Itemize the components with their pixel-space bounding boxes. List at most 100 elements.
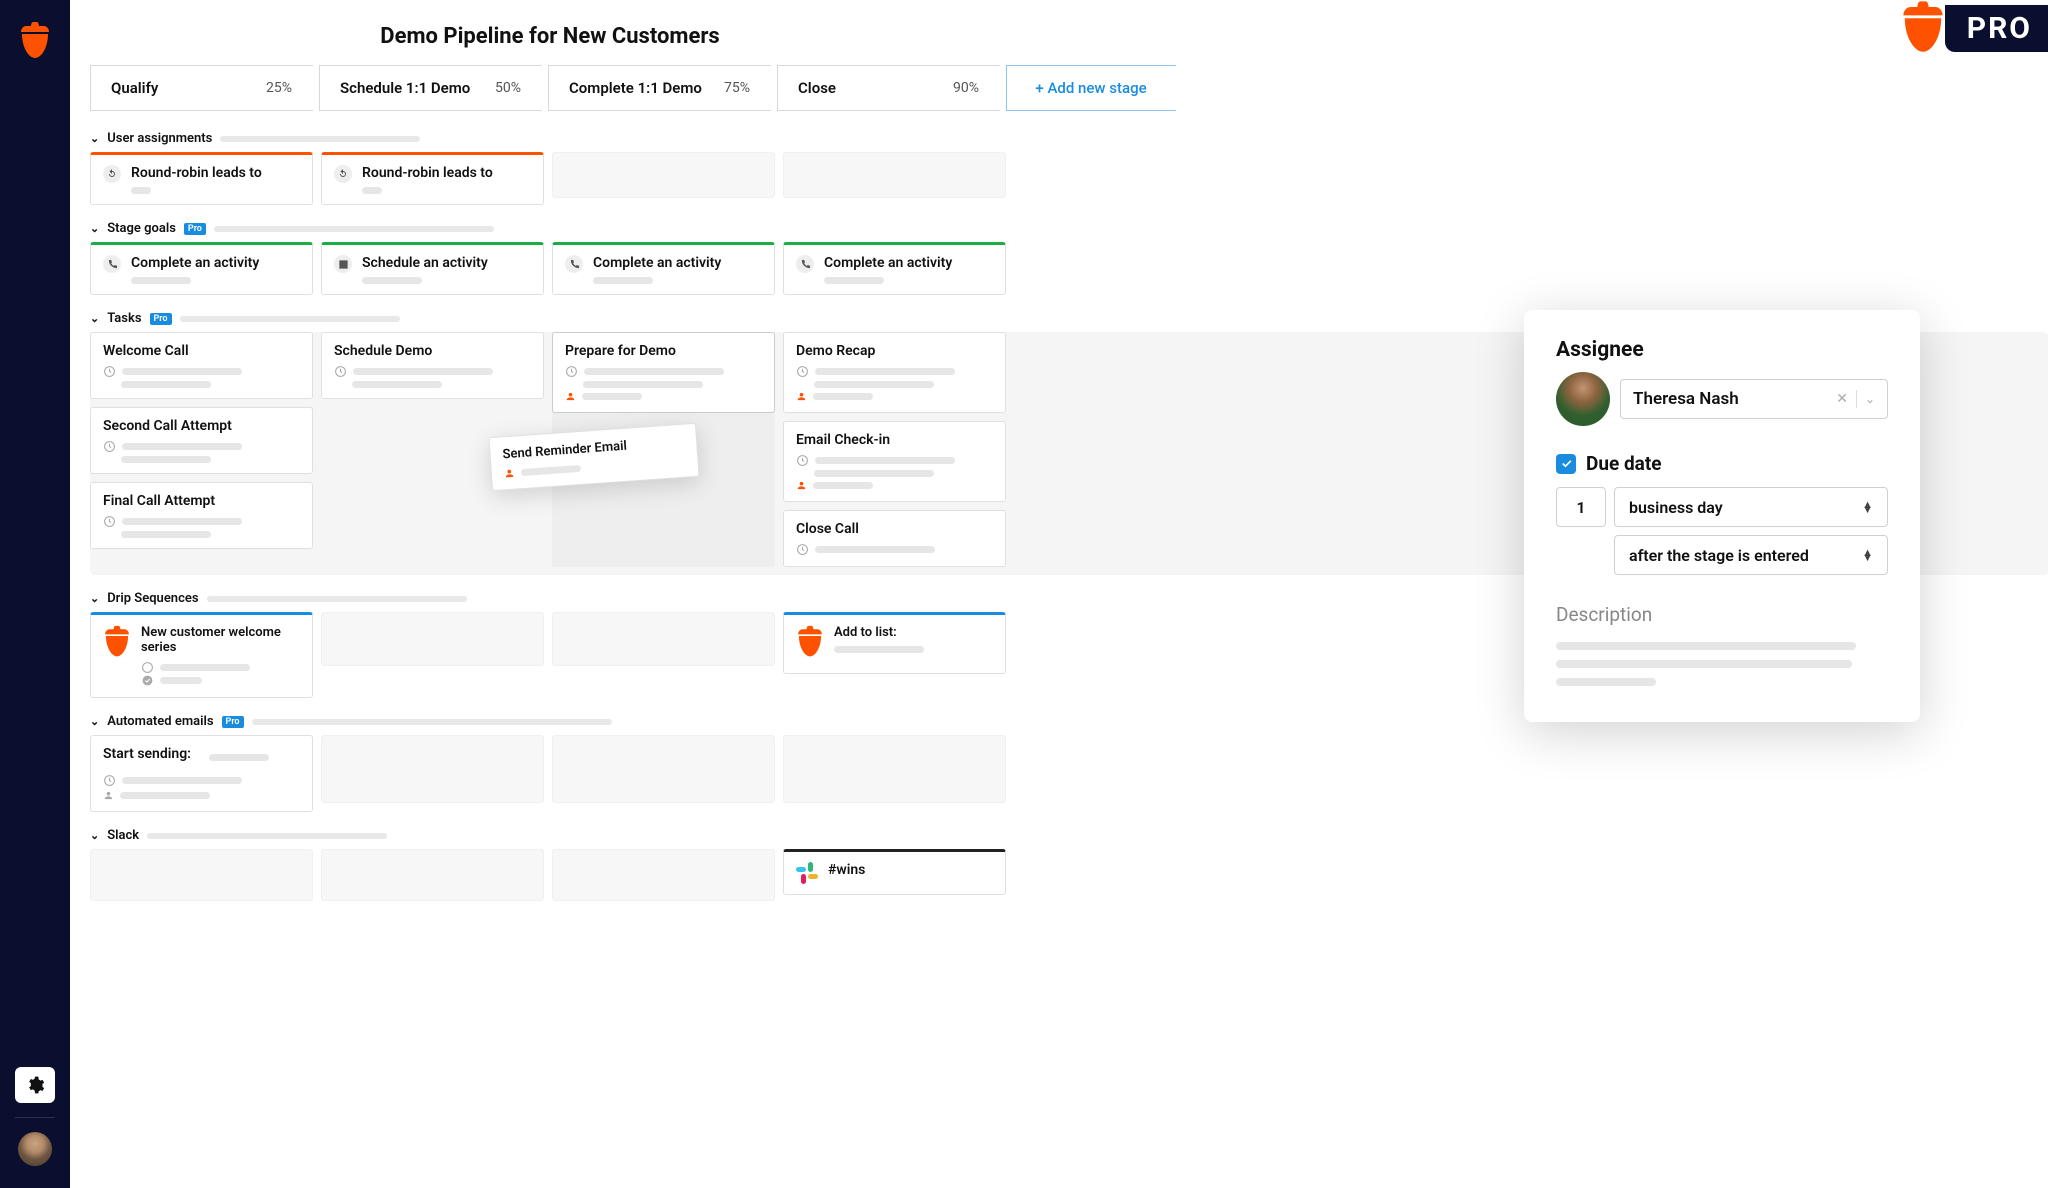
empty-slot[interactable] — [552, 735, 775, 803]
cycle-icon — [334, 165, 352, 183]
section-line — [207, 596, 467, 602]
person-icon — [103, 790, 114, 801]
empty-slot[interactable] — [783, 152, 1006, 198]
card-title: Second Call Attempt — [103, 418, 300, 434]
due-relative-value: after the stage is entered — [1629, 546, 1809, 565]
due-unit-select[interactable]: business day ▲▼ — [1614, 487, 1888, 527]
chevron-down-icon[interactable]: ⌄ — [1865, 392, 1875, 406]
empty-slot[interactable] — [783, 735, 1006, 803]
empty-slot[interactable] — [552, 612, 775, 666]
card-title: Demo Recap — [796, 343, 993, 359]
app-logo[interactable] — [18, 20, 52, 62]
acorn-icon — [103, 625, 131, 663]
task-card[interactable]: Prepare for Demo — [552, 332, 775, 413]
section-header[interactable]: ⌄ Stage goals Pro — [90, 219, 2048, 242]
card-title: Start sending: — [103, 746, 191, 762]
card-title: Close Call — [796, 521, 993, 537]
drip-card[interactable]: Add to list: — [783, 612, 1006, 674]
section-automated-emails: ⌄ Automated emails Pro Start sending: — [90, 712, 2048, 812]
task-card[interactable]: Final Call Attempt — [90, 482, 313, 549]
section-user-assignments: ⌄ User assignments Round-robin leads to — [90, 129, 2048, 205]
empty-slot[interactable] — [321, 612, 544, 666]
person-icon — [796, 480, 807, 491]
add-stage-button[interactable]: + Add new stage — [1006, 65, 1176, 111]
section-line — [214, 226, 494, 232]
phone-icon — [565, 255, 583, 273]
due-number-value: 1 — [1576, 498, 1585, 517]
assignee-avatar — [1556, 372, 1610, 426]
stage-name: Schedule 1:1 Demo — [340, 79, 470, 97]
clock-icon — [103, 774, 116, 787]
empty-slot[interactable] — [321, 849, 544, 901]
section-title: Tasks — [107, 311, 141, 326]
task-card[interactable]: Close Call — [783, 510, 1006, 567]
divider — [1856, 390, 1857, 408]
add-stage-label: + Add new stage — [1035, 79, 1146, 97]
goal-card[interactable]: Schedule an activity — [321, 242, 544, 295]
stage-close[interactable]: Close 90% — [777, 65, 1000, 111]
due-number-input[interactable]: 1 — [1556, 487, 1606, 527]
due-date-checkbox[interactable] — [1556, 454, 1576, 474]
automated-email-card[interactable]: Start sending: — [90, 735, 313, 812]
description-placeholder[interactable] — [1556, 642, 1888, 686]
section-header[interactable]: ⌄ Slack — [90, 826, 2048, 849]
empty-slot[interactable] — [321, 735, 544, 803]
pipeline-stages: Qualify 25% Schedule 1:1 Demo 50% Comple… — [90, 65, 2048, 111]
goal-card[interactable]: Complete an activity — [552, 242, 775, 295]
chevron-down-icon: ⌄ — [90, 715, 99, 728]
gear-icon — [25, 1075, 45, 1095]
card-title: Add to list: — [834, 625, 993, 640]
assignee-select[interactable]: Theresa Nash ✕ ⌄ — [1620, 379, 1888, 419]
slack-card[interactable]: #wins — [783, 849, 1006, 895]
main-content: PRO Demo Pipeline for New Customers Qual… — [70, 0, 2048, 1188]
clear-icon[interactable]: ✕ — [1836, 391, 1848, 407]
empty-slot[interactable] — [90, 849, 313, 901]
clock-icon — [796, 543, 809, 556]
pro-tag: Pro — [184, 223, 206, 235]
calendar-icon — [334, 255, 352, 273]
person-icon — [565, 391, 576, 402]
drip-card[interactable]: New customer welcome series — [90, 612, 313, 698]
person-icon — [504, 468, 516, 480]
task-card[interactable]: Second Call Attempt — [90, 407, 313, 474]
stage-schedule-demo[interactable]: Schedule 1:1 Demo 50% — [319, 65, 542, 111]
card-title: Complete an activity — [593, 255, 762, 271]
task-card[interactable]: Email Check-in — [783, 421, 1006, 502]
pro-tag: Pro — [150, 313, 172, 325]
assignment-card[interactable]: Round-robin leads to — [321, 152, 544, 205]
sidebar — [0, 0, 70, 1188]
empty-slot[interactable] — [552, 152, 775, 198]
task-card[interactable]: Schedule Demo — [321, 332, 544, 399]
task-card[interactable]: Demo Recap — [783, 332, 1006, 413]
section-title: User assignments — [107, 131, 212, 146]
empty-slot[interactable] — [552, 849, 775, 901]
assignment-card[interactable]: Round-robin leads to — [90, 152, 313, 205]
due-relative-select[interactable]: after the stage is entered ▲▼ — [1614, 535, 1888, 575]
clock-icon — [103, 440, 116, 453]
task-card[interactable]: Welcome Call — [90, 332, 313, 399]
cycle-icon — [103, 165, 121, 183]
stage-qualify[interactable]: Qualify 25% — [90, 65, 313, 111]
clock-icon — [796, 365, 809, 378]
acorn-icon — [1895, 0, 1951, 56]
clock-icon — [103, 515, 116, 528]
card-title: Complete an activity — [131, 255, 300, 271]
phone-icon — [103, 255, 121, 273]
pro-label: PRO — [1945, 5, 2048, 52]
card-title: Schedule Demo — [334, 343, 531, 359]
card-title: New customer welcome series — [141, 625, 300, 655]
description-label: Description — [1556, 603, 1888, 626]
chevron-down-icon: ⌄ — [90, 592, 99, 605]
section-header[interactable]: ⌄ User assignments — [90, 129, 2048, 152]
stage-name: Close — [798, 79, 836, 97]
check-icon — [141, 674, 154, 687]
section-line — [180, 316, 400, 322]
goal-card[interactable]: Complete an activity — [90, 242, 313, 295]
user-avatar[interactable] — [18, 1132, 52, 1166]
clock-icon — [103, 365, 116, 378]
stage-percent: 25% — [266, 80, 292, 96]
goal-card[interactable]: Complete an activity — [783, 242, 1006, 295]
stage-complete-demo[interactable]: Complete 1:1 Demo 75% — [548, 65, 771, 111]
pro-tag: Pro — [222, 716, 244, 728]
settings-button[interactable] — [15, 1067, 55, 1103]
